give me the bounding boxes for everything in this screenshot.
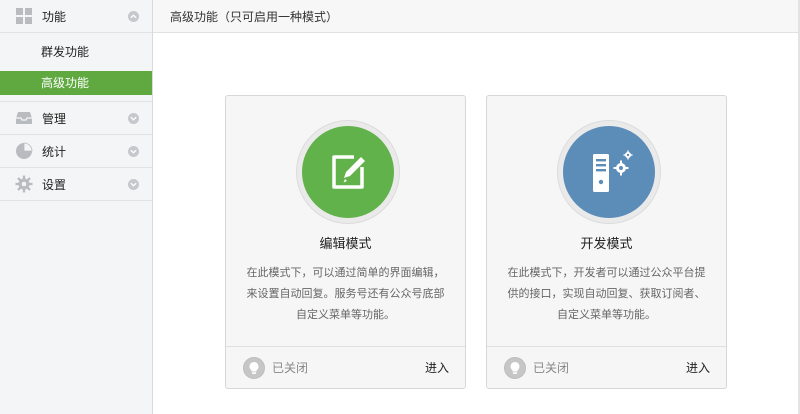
enter-button[interactable]: 进入 bbox=[425, 359, 449, 376]
status-label: 已关闭 bbox=[533, 361, 570, 375]
sidebar-group-label: 设置 bbox=[42, 177, 67, 192]
inbox-icon bbox=[15, 109, 33, 127]
pie-chart-icon bbox=[15, 142, 33, 160]
chevron-down-icon[interactable] bbox=[128, 179, 139, 190]
card-title: 开发模式 bbox=[580, 237, 633, 252]
app-root: 功能 群发功能 高级功能 管理 统计 设置 高级功能（只可启用一种模式） 编辑模… bbox=[0, 0, 800, 414]
sidebar-subitems: 群发功能 高级功能 bbox=[0, 33, 152, 102]
sidebar-group-functions[interactable]: 功能 bbox=[0, 0, 152, 33]
status-label: 已关闭 bbox=[272, 361, 309, 375]
sidebar-group-label: 功能 bbox=[42, 9, 67, 24]
page-title: 高级功能（只可启用一种模式） bbox=[170, 9, 339, 24]
sidebar-group-settings[interactable]: 设置 bbox=[0, 168, 152, 201]
card-footer: 已关闭 进入 bbox=[226, 346, 465, 388]
card-title: 编辑模式 bbox=[319, 237, 372, 252]
edit-mode-card: 编辑模式 在此模式下，可以通过简单的界面编辑， 来设置自动回复。服务号还有公众号… bbox=[225, 95, 466, 389]
server-icon bbox=[563, 126, 655, 218]
enter-button[interactable]: 进入 bbox=[686, 359, 710, 376]
lightbulb-icon bbox=[504, 356, 526, 379]
chevron-up-icon[interactable] bbox=[128, 11, 139, 22]
card-description: 在此模式下，可以通过简单的界面编辑， 来设置自动回复。服务号还有公众号底部 自定… bbox=[244, 262, 447, 325]
sidebar-group-manage[interactable]: 管理 bbox=[0, 102, 152, 135]
chevron-down-icon[interactable] bbox=[128, 146, 139, 157]
grid-icon bbox=[15, 7, 33, 25]
edit-icon bbox=[302, 126, 394, 218]
mode-icon-ring bbox=[296, 120, 400, 224]
card-footer: 已关闭 进入 bbox=[487, 346, 726, 388]
desc-line: 来设置自动回复。服务号还有公众号底部 bbox=[246, 287, 445, 300]
lightbulb-icon bbox=[243, 356, 265, 379]
sidebar-group-stats[interactable]: 统计 bbox=[0, 135, 152, 168]
chevron-down-icon[interactable] bbox=[128, 113, 139, 124]
desc-line: 在此模式下，开发者可以通过公众平台提 bbox=[507, 266, 706, 279]
gear-icon bbox=[15, 175, 33, 193]
sidebar-item-mass-send[interactable]: 群发功能 bbox=[0, 40, 152, 64]
desc-line: 自定义菜单等功能。 bbox=[557, 308, 656, 321]
desc-line: 在此模式下，可以通过简单的界面编辑， bbox=[246, 266, 445, 279]
card-description: 在此模式下，开发者可以通过公众平台提 供的接口，实现自动回复、获取订阅者、 自定… bbox=[505, 262, 708, 325]
sidebar-group-label: 管理 bbox=[42, 111, 67, 126]
developer-mode-card: 开发模式 在此模式下，开发者可以通过公众平台提 供的接口，实现自动回复、获取订阅… bbox=[486, 95, 727, 389]
page-header: 高级功能（只可启用一种模式） bbox=[153, 0, 800, 33]
sidebar-item-advanced[interactable]: 高级功能 bbox=[0, 71, 152, 95]
mode-icon-ring bbox=[557, 120, 661, 224]
sidebar: 功能 群发功能 高级功能 管理 统计 设置 bbox=[0, 0, 153, 414]
desc-line: 供的接口，实现自动回复、获取订阅者、 bbox=[507, 287, 706, 300]
desc-line: 自定义菜单等功能。 bbox=[296, 308, 395, 321]
sidebar-group-label: 统计 bbox=[42, 144, 67, 159]
